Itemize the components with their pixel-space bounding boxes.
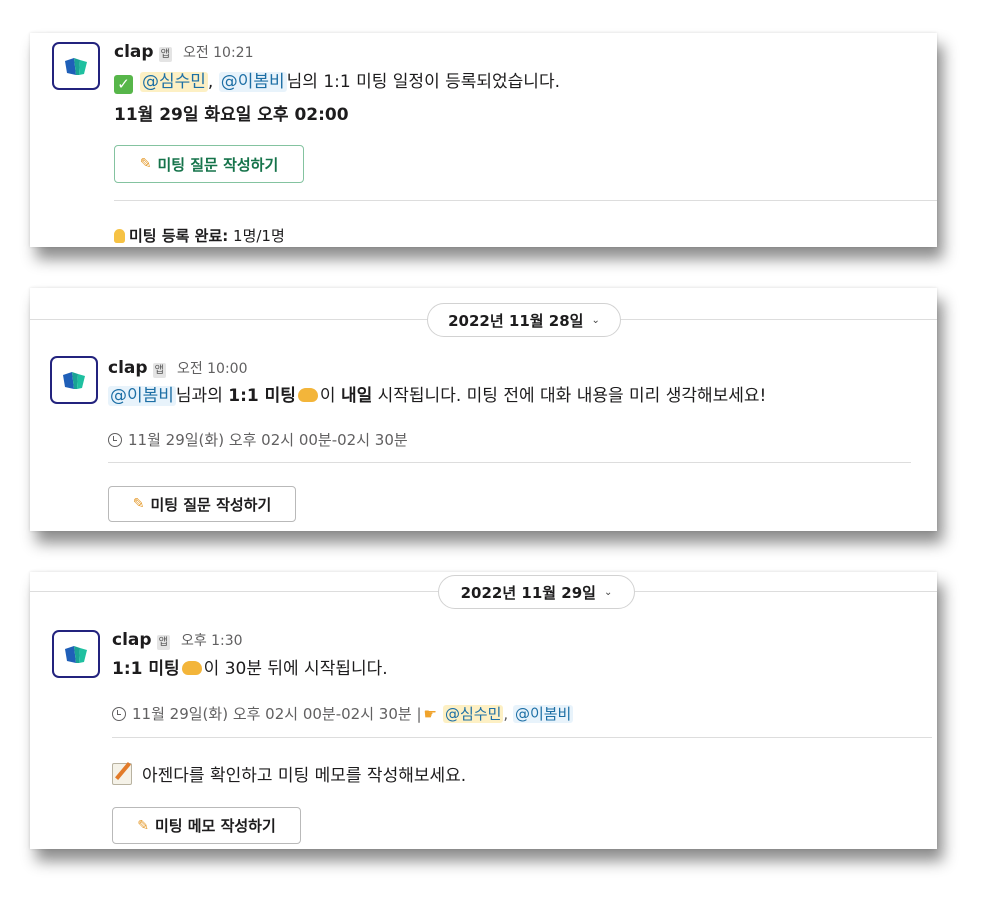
memo-icon <box>112 763 132 785</box>
mention-separator: , <box>207 72 214 92</box>
clock-icon <box>112 707 126 721</box>
chevron-down-icon: ⌄ <box>591 314 600 326</box>
message-time[interactable]: 오전 10:21 <box>183 45 254 61</box>
button-label: 미팅 메모 작성하기 <box>154 817 276 835</box>
app-badge: 앱 <box>152 363 166 378</box>
message-text-bold: 1:1 미팅 <box>228 386 296 406</box>
app-badge: 앱 <box>158 47 172 62</box>
button-label: 미팅 질문 작성하기 <box>150 495 272 514</box>
clap-logo[interactable] <box>52 42 100 90</box>
message-time[interactable]: 오후 1:30 <box>181 633 243 649</box>
chevron-down-icon: ⌄ <box>603 586 613 598</box>
app-name[interactable]: clap <box>112 630 152 650</box>
bulb-icon <box>114 229 125 243</box>
write-question-button[interactable]: ✎ 미팅 질문 작성하기 <box>114 145 304 183</box>
status-label: 미팅 등록 완료: <box>129 227 229 245</box>
date-divider[interactable]: 2022년 11월 29일 ⌄ <box>438 575 635 609</box>
message-panel-3: 2022년 11월 29일 ⌄ clap 앱 오후 1:30 1:1 미팅 이 30… <box>30 572 937 849</box>
check-icon: ✓ <box>114 75 133 94</box>
clap-logo[interactable] <box>50 356 98 404</box>
clap-logo[interactable] <box>52 630 100 678</box>
button-label: 미팅 질문 작성하기 <box>157 155 279 174</box>
status-value: 1명/1명 <box>233 227 285 245</box>
mention-user[interactable]: @심수민 <box>140 72 208 92</box>
write-question-button[interactable]: ✎ 미팅 질문 작성하기 <box>108 486 296 522</box>
message-text-bold: 내일 <box>340 386 373 406</box>
meeting-schedule: 11월 29일 화요일 오후 02:00 <box>114 105 349 125</box>
message-panel-1: clap 앱 오전 10:21 ✓ @심수민, @이봄비 님의 1:1 미팅 일정이… <box>30 33 937 247</box>
pencil-icon: ✎ <box>137 817 149 834</box>
clock-icon <box>108 433 122 447</box>
message-text: 이 <box>319 386 336 406</box>
message-panel-2: 2022년 11월 28일 ⌄ clap 앱 오전 10:00 @이봄비 님과의 1… <box>30 288 937 531</box>
mention-user[interactable]: @이봄비 <box>218 72 287 92</box>
mention-user[interactable]: @심수민 <box>442 705 504 723</box>
date-divider[interactable]: 2022년 11월 28일 ⌄ <box>427 303 621 337</box>
clap-logo-icon <box>65 646 87 663</box>
pencil-icon: ✎ <box>139 156 152 172</box>
handshake-icon <box>297 388 318 402</box>
divider <box>108 462 911 463</box>
app-name[interactable]: clap <box>108 358 148 378</box>
message-text: 이 30분 뒤에 시작됩니다. <box>203 659 388 679</box>
message-text-bold: 1:1 미팅 <box>112 659 180 679</box>
memo-text: 아젠다를 확인하고 미팅 메모를 작성해보세요. <box>142 766 467 786</box>
clap-logo-icon <box>65 58 87 75</box>
mention-user[interactable]: @이봄비 <box>512 705 574 723</box>
mention-user[interactable]: @이봄비 <box>108 386 176 406</box>
clap-logo-icon <box>63 372 85 389</box>
app-name[interactable]: clap <box>114 42 154 62</box>
pencil-icon: ✎ <box>132 496 145 512</box>
handshake-icon <box>181 661 202 675</box>
message-time[interactable]: 오전 10:00 <box>177 361 248 377</box>
message-text: 시작됩니다. 미팅 전에 대화 내용을 미리 생각해보세요! <box>377 386 767 406</box>
meeting-time-range: 11월 29일(화) 오후 02시 00분-02시 30분 | <box>132 705 422 723</box>
divider <box>112 737 932 738</box>
write-memo-button[interactable]: ✎ 미팅 메모 작성하기 <box>112 807 301 844</box>
app-badge: 앱 <box>156 635 170 650</box>
date-label: 2022년 11월 29일 <box>460 583 596 602</box>
pointing-hand-icon: ☛ <box>423 705 437 723</box>
message-text: 님의 1:1 미팅 일정이 등록되었습니다. <box>286 72 560 92</box>
meeting-time-range: 11월 29일(화) 오후 02시 00분-02시 30분 <box>128 431 408 449</box>
divider <box>114 200 937 201</box>
message-text: 님과의 <box>175 386 223 406</box>
mention-separator: , <box>503 705 509 723</box>
date-label: 2022년 11월 28일 <box>448 311 584 330</box>
